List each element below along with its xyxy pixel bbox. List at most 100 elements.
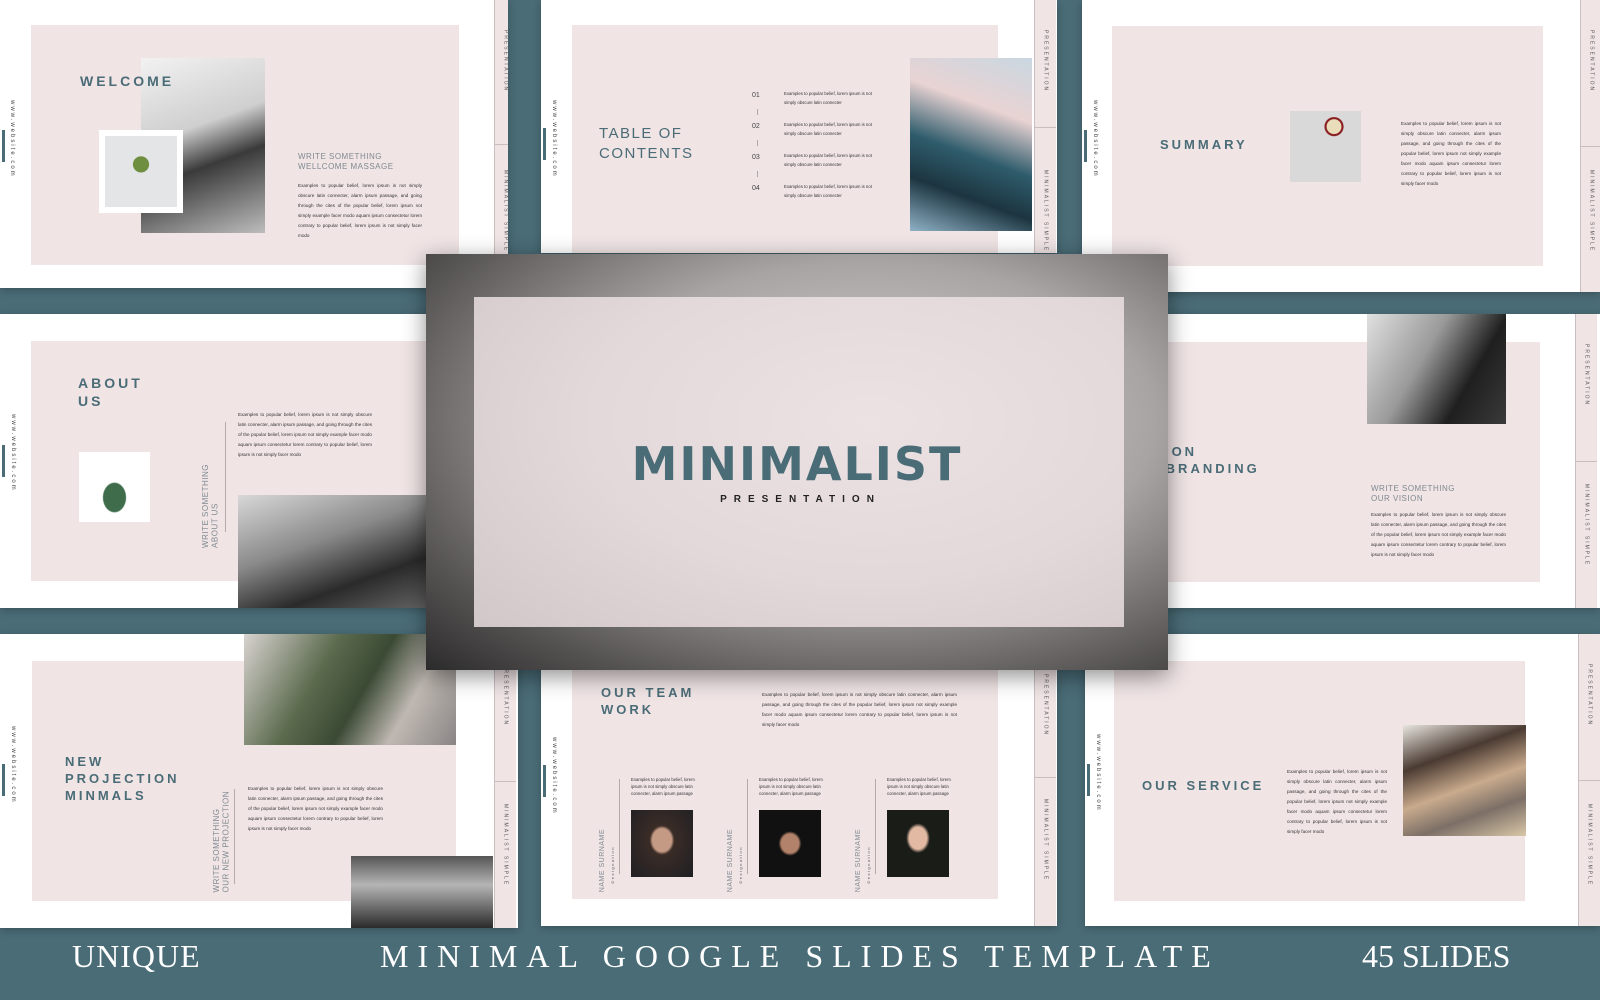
- body-text: Examples to popular belief, lorem ipsum …: [762, 692, 957, 727]
- body-text: Examples to popular belief, lorem ipsum …: [1371, 512, 1506, 557]
- toc-connector: [757, 140, 758, 146]
- slide-welcome[interactable]: www.website.com WELCOME WRITE SOMETHING …: [0, 0, 508, 288]
- slide-vision-of-branding[interactable]: VISION OF BRANDING WRITE SOMETHING OUR V…: [1167, 314, 1600, 608]
- side-strip: PRESENTATION MINIMALIST SIMPLE: [1580, 0, 1600, 292]
- cover-slide[interactable]: MINIMALIST PRESENTATION: [426, 254, 1168, 670]
- toc-number: 01: [752, 92, 760, 99]
- side-subtitle: WRITE SOMETHING ABOUT US: [201, 464, 220, 548]
- title-line: TABLE OF: [599, 125, 683, 142]
- website-label: www.website.com: [1092, 100, 1098, 178]
- slide-title: VISION OF BRANDING: [1167, 444, 1260, 478]
- website-label: www.website.com: [10, 726, 16, 804]
- strip-bottom-label: MINIMALIST SIMPLE: [1586, 804, 1593, 887]
- slide-new-projection[interactable]: www.website.com NEW PROJECTION MINMALS W…: [0, 634, 518, 928]
- subtitle-line: OUR VISION: [1371, 494, 1424, 504]
- strip-divider: [495, 144, 508, 145]
- title-line: OUR TEAM: [601, 685, 695, 700]
- member-name: NAME SURNAME: [727, 829, 734, 893]
- strip-divider: [1579, 780, 1600, 781]
- banner-left: UNIQUE: [72, 938, 201, 974]
- strip-bottom-label: MINIMALIST SIMPLE: [502, 804, 509, 887]
- bonsai-plant-photo: [105, 136, 177, 207]
- divider-line: [619, 779, 620, 874]
- toc-number: 04: [752, 185, 760, 192]
- banner-right: 45 SLIDES: [1362, 938, 1511, 974]
- slide-subtitle: WRITE SOMETHING OUR VISION: [1371, 484, 1455, 505]
- body-text: Examples to popular belief, lorem ipsum …: [1287, 769, 1387, 834]
- side-strip: PRESENTATION MINIMALIST SIMPLE: [494, 634, 516, 928]
- eucalyptus-vase-photo: [244, 634, 456, 745]
- subtitle-line: WRITE SOMETHING: [201, 464, 210, 548]
- divider-line: [234, 789, 235, 884]
- slide-title: OUR SERVICE: [1142, 778, 1265, 793]
- side-strip: PRESENTATION MINIMALIST SIMPLE: [1575, 314, 1597, 608]
- member-designation: Designation: [738, 846, 743, 884]
- strip-divider: [1576, 461, 1597, 462]
- divider-line: [875, 779, 876, 874]
- toc-number: 02: [752, 123, 760, 130]
- member-name: NAME SURNAME: [599, 829, 606, 893]
- toc-connector: [757, 109, 758, 115]
- slide-title: NEW PROJECTION MINMALS: [65, 754, 180, 805]
- strip-bottom-label: MINIMALIST SIMPLE: [1042, 799, 1049, 882]
- accent-bar: [2, 130, 5, 162]
- accent-bar: [2, 445, 5, 477]
- strip-bottom-label: MINIMALIST SIMPLE: [1042, 170, 1049, 253]
- website-label: www.website.com: [10, 414, 16, 492]
- strip-top-label: PRESENTATION: [1042, 674, 1049, 737]
- subtitle-line: WELLCOME MASSAGE: [298, 162, 394, 172]
- member-designation: Designation: [866, 846, 871, 884]
- slide-title: OUR TEAM WORK: [601, 685, 694, 719]
- strip-bottom-label: MINIMALIST SIMPLE: [1583, 484, 1590, 567]
- accent-bar: [543, 128, 546, 160]
- strip-top-label: PRESENTATION: [1588, 30, 1595, 93]
- woman-hand-over-eyes-photo: [351, 856, 493, 928]
- toc-connector: [757, 171, 758, 177]
- toc-text: Examples to popular belief, lorem ipsum …: [784, 122, 872, 136]
- slide-our-team-work[interactable]: www.website.com OUR TEAM WORK Examples t…: [541, 669, 1057, 926]
- subtitle-line: WRITE SOMETHING: [1371, 484, 1455, 493]
- aloe-plant-photo: [79, 452, 150, 522]
- slide-table-of-contents[interactable]: www.website.com TABLE OF CONTENTS 01 Exa…: [541, 0, 1057, 253]
- title-line: WORK: [601, 701, 655, 717]
- strip-divider: [1035, 776, 1056, 778]
- subtitle-line: WRITE SOMETHING: [298, 152, 382, 161]
- divider-line: [747, 779, 748, 874]
- body-text: Examples to popular belief, lorem ipsum …: [248, 786, 383, 831]
- toc-text: Examples to popular belief, lorem ipsum …: [784, 153, 872, 167]
- body-text: Examples to popular belief, lorem ipsum …: [298, 183, 422, 238]
- laptop-coffee-photo: [1290, 111, 1361, 182]
- subtitle-line: OUR NEW PROJECTION: [221, 791, 231, 893]
- strip-divider: [1035, 126, 1056, 128]
- side-strip: PRESENTATION MINIMALIST SIMPLE: [1578, 634, 1600, 926]
- member-text: Examples to popular belief, lorem ipsum …: [887, 777, 951, 796]
- team-meeting-photo: [1403, 725, 1526, 836]
- slide-subtitle: WRITE SOMETHING WELLCOME MASSAGE: [298, 152, 394, 173]
- slide-title: ABOUT US: [78, 374, 143, 410]
- subtitle-line: WRITE SOMETHING: [212, 808, 221, 893]
- cover-subtitle: PRESENTATION: [720, 494, 881, 505]
- slide-about-us[interactable]: www.website.com ABOUT US WRITE SOMETHING…: [0, 314, 440, 608]
- title-line: NEW: [65, 754, 105, 769]
- title-line: MINMALS: [65, 787, 147, 803]
- website-label: www.website.com: [551, 100, 557, 178]
- subtitle-line: ABOUT US: [210, 503, 220, 548]
- toc-number: 03: [752, 154, 760, 161]
- slide-title: SUMMARY: [1160, 137, 1248, 152]
- member-designation: Designation: [610, 846, 615, 884]
- man-hat-portrait: [759, 810, 821, 877]
- side-strip: PRESENTATION MINIMALIST SIMPLE: [1034, 669, 1056, 926]
- strip-top-label: PRESENTATION: [502, 664, 509, 727]
- cover-title: MINIMALIST: [631, 437, 963, 491]
- strip-bottom-label: MINIMALIST SIMPLE: [1588, 170, 1595, 253]
- glass-skyscraper-photo: [910, 58, 1032, 231]
- strip-top-label: PRESENTATION: [1583, 344, 1590, 407]
- body-text: Examples to popular belief, lorem ipsum …: [238, 412, 372, 457]
- member-text: Examples to popular belief, lorem ipsum …: [631, 777, 695, 796]
- website-label: www.website.com: [9, 100, 15, 178]
- banner-center: MINIMAL GOOGLE SLIDES TEMPLATE: [380, 938, 1220, 974]
- slide-summary[interactable]: www.website.com SUMMARY Examples to popu…: [1082, 0, 1600, 292]
- website-label: www.website.com: [1095, 734, 1101, 812]
- slide-our-service[interactable]: www.website.com OUR SERVICE Examples to …: [1085, 634, 1600, 926]
- slide-title: WELCOME: [80, 73, 175, 89]
